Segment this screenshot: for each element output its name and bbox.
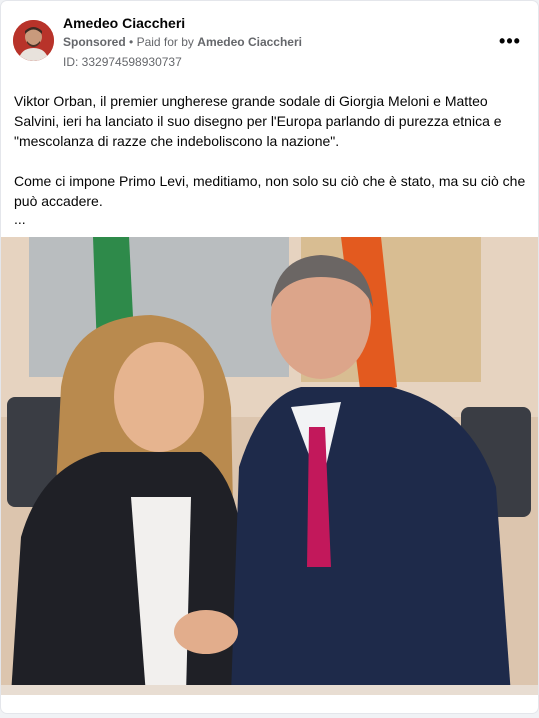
author-name[interactable]: Amedeo Ciaccheri [63, 15, 185, 31]
post-text: Viktor Orban, il premier ungherese grand… [14, 91, 526, 211]
sponsored-line: Sponsored • Paid for by Amedeo Ciaccheri [63, 35, 302, 49]
sponsored-label[interactable]: Sponsored [63, 35, 126, 49]
ad-id: ID: 332974598930737 [63, 55, 182, 69]
post-photo[interactable] [1, 237, 538, 695]
paid-for-prefix: Paid for by [136, 35, 194, 49]
more-options-icon[interactable]: ••• [498, 29, 522, 53]
see-more-link[interactable]: ... [14, 211, 26, 227]
post-paragraph-2: Come ci impone Primo Levi, meditiamo, no… [14, 173, 526, 209]
post-paragraph-1: Viktor Orban, il premier ungherese grand… [14, 93, 502, 149]
author-avatar[interactable] [13, 20, 54, 61]
separator-dot: • [129, 35, 134, 49]
payer-name[interactable]: Amedeo Ciaccheri [197, 35, 302, 49]
ad-post-card: Amedeo Ciaccheri Sponsored • Paid for by… [1, 1, 538, 713]
